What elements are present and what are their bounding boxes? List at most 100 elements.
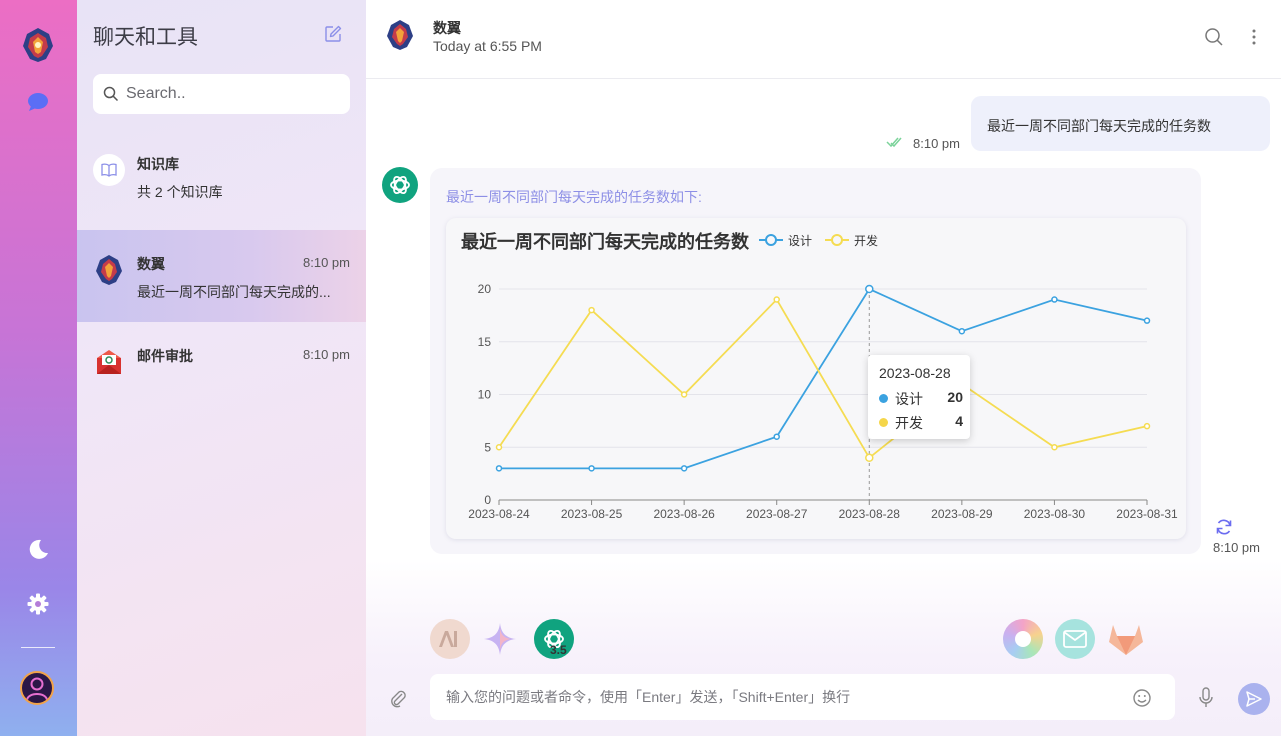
legend-label: 设计 — [788, 234, 812, 248]
y-tick-label: 5 — [484, 440, 491, 454]
sidebar-item-name: 邮件审批 — [137, 348, 193, 364]
conversation-sidebar: 聊天和工具 知识库 共 2 个知识库 数翼 8:10 pm 最近一周不同部门每天… — [77, 0, 366, 736]
anthropic-icon — [439, 631, 457, 647]
app-logo-icon[interactable] — [19, 26, 57, 64]
bot-message-bubble: 最近一周不同部门每天完成的任务数如下: 最近一周不同部门每天完成的任务数 设计 开发… — [430, 168, 1201, 554]
bot-avatar-icon — [387, 20, 413, 50]
tooltip-series-value: 20 — [947, 389, 963, 405]
data-point — [958, 327, 966, 335]
sidebar-item-mail-approval[interactable]: 邮件审批 8:10 pm — [77, 322, 366, 414]
tooltip-series-name: 开发 — [895, 415, 923, 431]
line-chart[interactable]: 最近一周不同部门每天完成的任务数 设计 开发051015202023-08-24 20… — [446, 218, 1186, 539]
y-tick-label: 0 — [484, 493, 491, 507]
anthropic-model-button[interactable] — [430, 619, 470, 659]
model-version-badge: 3.5 — [550, 643, 567, 657]
legend-label: 开发 — [854, 233, 878, 248]
data-point — [865, 453, 874, 463]
sidebar-item-knowledge-base[interactable]: 知识库 共 2 个知识库 — [77, 138, 366, 230]
sidebar-item-name: 知识库 — [137, 156, 179, 172]
rail-divider — [21, 647, 55, 648]
x-tick-label: 2023-08-30 — [1024, 507, 1086, 521]
search-box[interactable] — [93, 74, 350, 114]
gitlab-icon — [1109, 625, 1143, 655]
x-tick-label: 2023-08-31 — [1116, 507, 1178, 521]
microphone-icon[interactable] — [1198, 687, 1214, 709]
legend-marker — [765, 234, 777, 246]
chat-icon[interactable] — [26, 92, 50, 112]
more-options-icon[interactable] — [1246, 27, 1262, 47]
message-input-box[interactable] — [430, 674, 1175, 720]
x-tick-label: 2023-08-26 — [653, 507, 715, 521]
settings-icon[interactable] — [26, 592, 50, 616]
y-tick-label: 15 — [478, 335, 492, 349]
shield-logo-icon — [96, 255, 122, 285]
data-point — [588, 306, 595, 314]
chatgpt-avatar — [382, 167, 418, 203]
data-point — [1051, 296, 1058, 303]
series-dot — [879, 394, 888, 403]
mail-approval-icon — [97, 350, 121, 374]
chart-tooltip: 2023-08-28 设计 20 开发 4 — [868, 355, 970, 439]
bot-message-time: 8:10 pm — [1213, 540, 1260, 555]
user-icon — [26, 677, 48, 701]
chatgpt-model-button[interactable]: 3.5 — [534, 619, 574, 659]
search-icon[interactable] — [1204, 27, 1224, 47]
data-point — [680, 391, 688, 398]
tooltip-series-name: 设计 — [895, 391, 923, 407]
y-tick-label: 10 — [478, 388, 492, 402]
sent-check-icon — [886, 137, 902, 148]
y-tick-label: 20 — [478, 282, 492, 296]
x-tick-label: 2023-08-25 — [561, 507, 623, 521]
data-point — [588, 465, 595, 472]
bot-message-intro: 最近一周不同部门每天完成的任务数如下: — [446, 189, 702, 205]
x-tick-label: 2023-08-29 — [931, 507, 993, 521]
data-point — [680, 465, 688, 472]
sidebar-item-shuyi[interactable]: 数翼 8:10 pm 最近一周不同部门每天完成的... — [77, 230, 366, 322]
x-tick-label: 2023-08-28 — [839, 507, 901, 521]
data-point — [495, 444, 503, 451]
tooltip-row-design: 设计 20 — [879, 389, 963, 407]
book-icon — [93, 154, 125, 186]
chat-main: 数翼 Today at 6:55 PM 最近一周不同部门每天完成的任务数 8:1… — [366, 0, 1281, 736]
series-dot — [879, 418, 888, 427]
sidebar-title: 聊天和工具 — [93, 26, 198, 49]
series-line-2 — [498, 298, 1148, 460]
chat-subtitle: Today at 6:55 PM — [433, 38, 542, 54]
tooltip-series-value: 4 — [955, 413, 963, 429]
user-message-bubble: 最近一周不同部门每天完成的任务数 — [971, 96, 1270, 151]
x-tick-label: 2023-08-27 — [746, 507, 808, 521]
legend-marker — [831, 234, 843, 246]
dark-mode-icon[interactable] — [26, 537, 50, 561]
mail-plugin-button[interactable] — [1055, 619, 1095, 659]
line-chart-card: 最近一周不同部门每天完成的任务数 设计 开发 0 5 10 15 20 2023-08-24 20… — [446, 218, 1186, 539]
sidebar-item-preview: 最近一周不同部门每天完成的... — [137, 284, 331, 300]
message-input[interactable] — [446, 689, 1126, 705]
chart-title: 最近一周不同部门每天完成的任务数 — [461, 231, 750, 252]
data-point — [773, 296, 780, 303]
left-rail — [0, 0, 77, 736]
chat-header: 数翼 Today at 6:55 PM — [366, 0, 1281, 79]
data-point — [1143, 422, 1151, 430]
send-icon — [1246, 691, 1262, 707]
sidebar-item-name: 数翼 — [137, 256, 165, 272]
data-point — [773, 433, 780, 440]
gitlab-plugin-button[interactable] — [1106, 619, 1146, 659]
attach-icon[interactable] — [388, 688, 408, 708]
color-plugin-button[interactable] — [1003, 619, 1043, 659]
x-tick-label: 2023-08-24 — [468, 507, 530, 521]
data-point — [865, 284, 874, 294]
user-avatar[interactable] — [20, 671, 54, 705]
emoji-icon[interactable] — [1132, 688, 1152, 708]
regenerate-icon[interactable] — [1214, 517, 1234, 537]
gemini-model-button[interactable] — [480, 619, 520, 659]
chat-title: 数翼 — [433, 20, 461, 36]
gemini-sparkle-icon — [484, 623, 516, 655]
sidebar-item-subtitle: 共 2 个知识库 — [137, 184, 223, 200]
search-icon — [103, 86, 119, 102]
new-chat-edit-icon[interactable] — [323, 24, 343, 44]
mail-icon — [1063, 630, 1087, 648]
send-button[interactable] — [1238, 683, 1270, 715]
data-point — [1143, 317, 1151, 324]
search-input[interactable] — [126, 85, 336, 103]
user-message-time: 8:10 pm — [913, 136, 960, 151]
